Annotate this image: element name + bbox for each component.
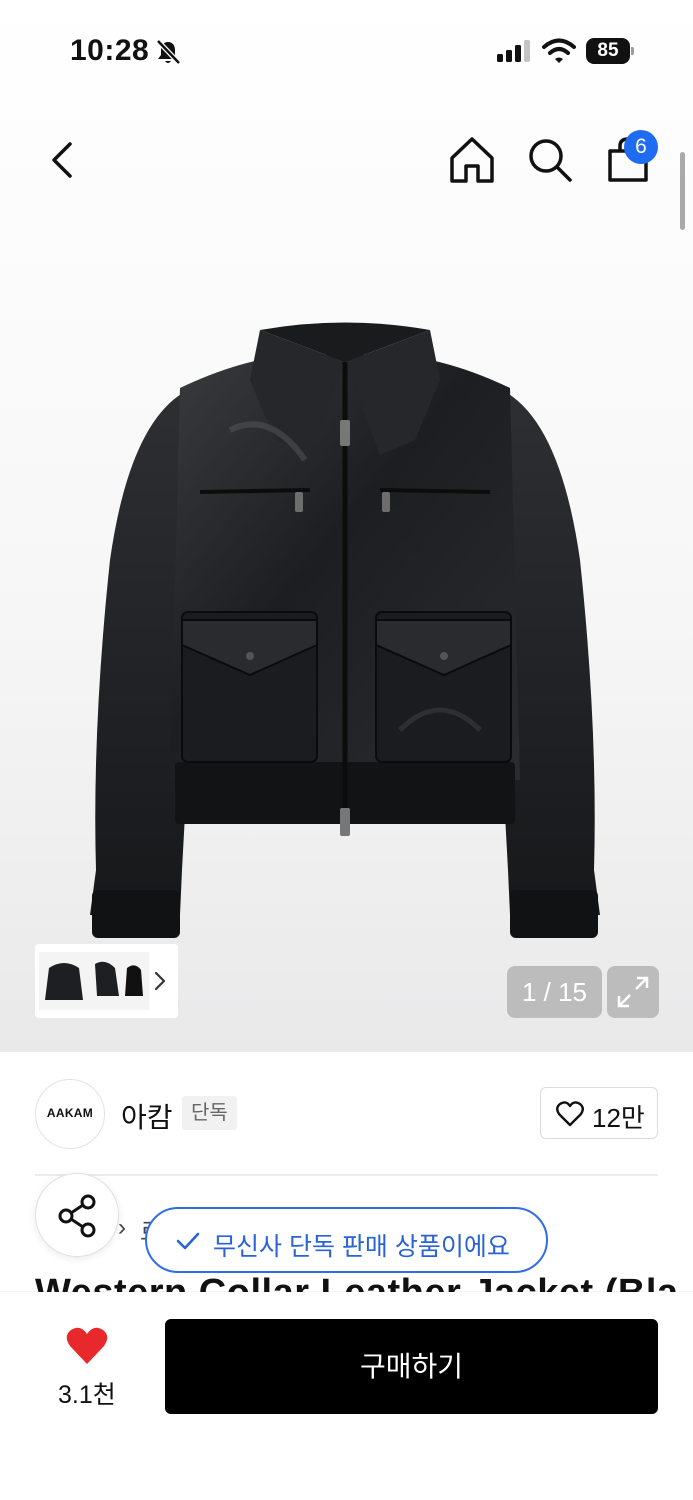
heart-outline-icon <box>556 1101 584 1127</box>
divider <box>35 1174 658 1176</box>
status-time: 10:28 <box>70 34 150 67</box>
check-icon <box>176 1232 200 1250</box>
brand-name[interactable]: 아캄 <box>121 1096 173 1136</box>
breadcrumb-chevron-icon: › <box>118 1214 126 1241</box>
battery-tip <box>631 47 634 55</box>
battery-icon: 85 <box>586 38 634 64</box>
toast-message: 무신사 단독 판매 상품이에요 <box>213 1233 510 1261</box>
image-counter: 1 / 15 <box>507 966 602 1018</box>
share-button[interactable] <box>35 1173 119 1257</box>
wish-count: 3.1천 <box>58 1381 116 1409</box>
brand-like-button[interactable]: 12만 <box>540 1087 658 1139</box>
bell-off-icon <box>156 39 181 65</box>
status-bar: 10:28 85 <box>0 0 693 100</box>
cart-count-badge: 6 <box>624 130 658 164</box>
signal-icon <box>497 40 530 62</box>
battery-level: 85 <box>586 38 630 64</box>
exclusive-toast: 무신사 단독 판매 상품이에요 <box>145 1207 548 1273</box>
heart-filled-icon[interactable] <box>66 1326 108 1366</box>
product-title: Western Collar Leather Jacket (Bla <box>35 1272 679 1292</box>
wifi-icon <box>542 38 576 63</box>
buy-button[interactable]: 구매하기 <box>165 1319 658 1414</box>
exclusive-tag: 단독 <box>182 1096 237 1130</box>
brand-logo[interactable]: AAKAM <box>35 1079 105 1149</box>
search-icon[interactable] <box>524 134 576 186</box>
scrollbar[interactable] <box>680 152 685 230</box>
product-title-clip: Western Collar Leather Jacket (Bla <box>0 1272 693 1292</box>
brand-like-count: 12만 <box>592 1103 645 1133</box>
expand-icon <box>617 976 649 1008</box>
thumbnail-images <box>39 952 149 1010</box>
share-icon <box>58 1194 96 1238</box>
expand-button[interactable] <box>607 966 659 1018</box>
back-icon[interactable] <box>42 138 82 182</box>
thumbnail-strip[interactable] <box>35 944 178 1018</box>
product-image[interactable] <box>70 310 620 960</box>
chevron-right-icon <box>154 971 166 991</box>
home-icon[interactable] <box>446 134 498 186</box>
